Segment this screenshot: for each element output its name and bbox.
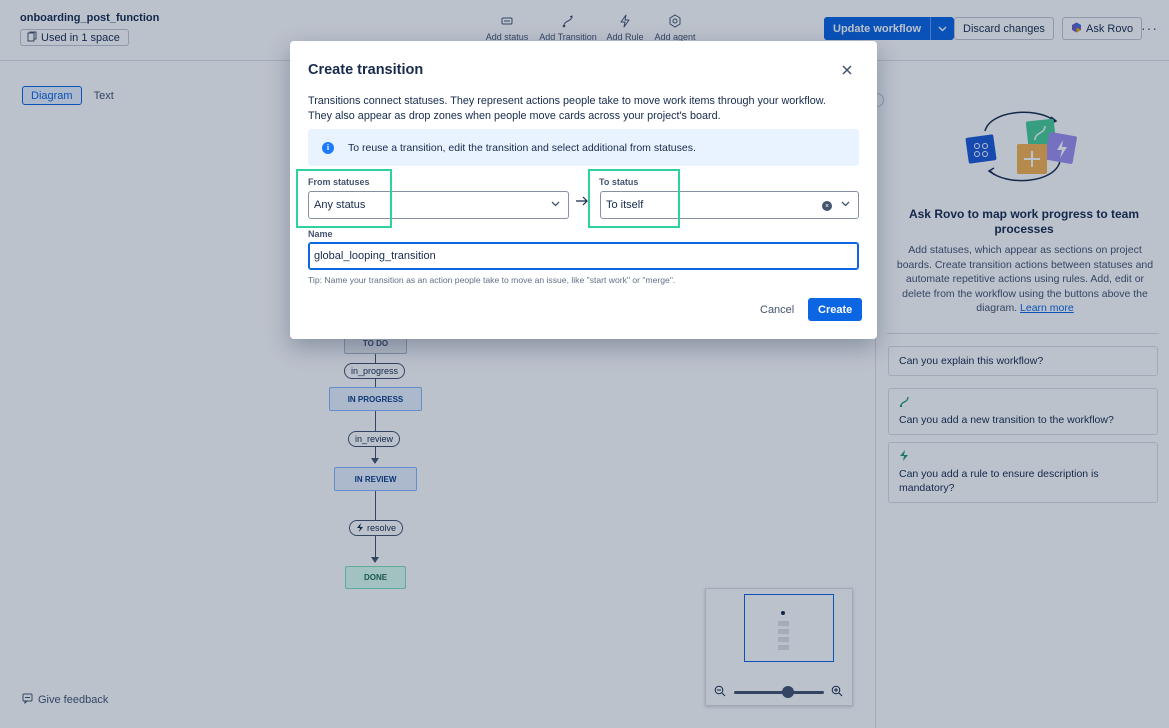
dialog-title: Create transition (308, 62, 424, 78)
cancel-button[interactable]: Cancel (752, 298, 802, 321)
dialog-description-line-1: Transitions connect statuses. They repre… (308, 95, 826, 107)
transition-name-input[interactable]: global_looping_transition (308, 242, 859, 270)
arrow-right-icon (576, 194, 588, 209)
clear-icon[interactable]: × (822, 201, 832, 211)
name-label: Name (308, 229, 333, 239)
info-icon: i (322, 141, 334, 154)
info-banner-text: To reuse a transition, edit the transiti… (348, 141, 696, 154)
highlight-from-statuses (296, 169, 392, 228)
transition-name-value: global_looping_transition (314, 250, 436, 262)
create-transition-dialog: Create transition Transitions connect st… (290, 41, 877, 339)
chevron-down-icon (841, 199, 850, 209)
chevron-down-icon (551, 199, 560, 209)
info-banner: i To reuse a transition, edit the transi… (308, 129, 859, 166)
close-icon[interactable] (839, 62, 855, 78)
create-button[interactable]: Create (808, 298, 863, 321)
highlight-to-status (588, 169, 680, 228)
dialog-description-line-2: They also appear as drop zones when peop… (308, 110, 721, 122)
name-tip: Tip: Name your transition as an action p… (308, 275, 676, 285)
dialog-description: Transitions connect statuses. They repre… (308, 94, 858, 124)
